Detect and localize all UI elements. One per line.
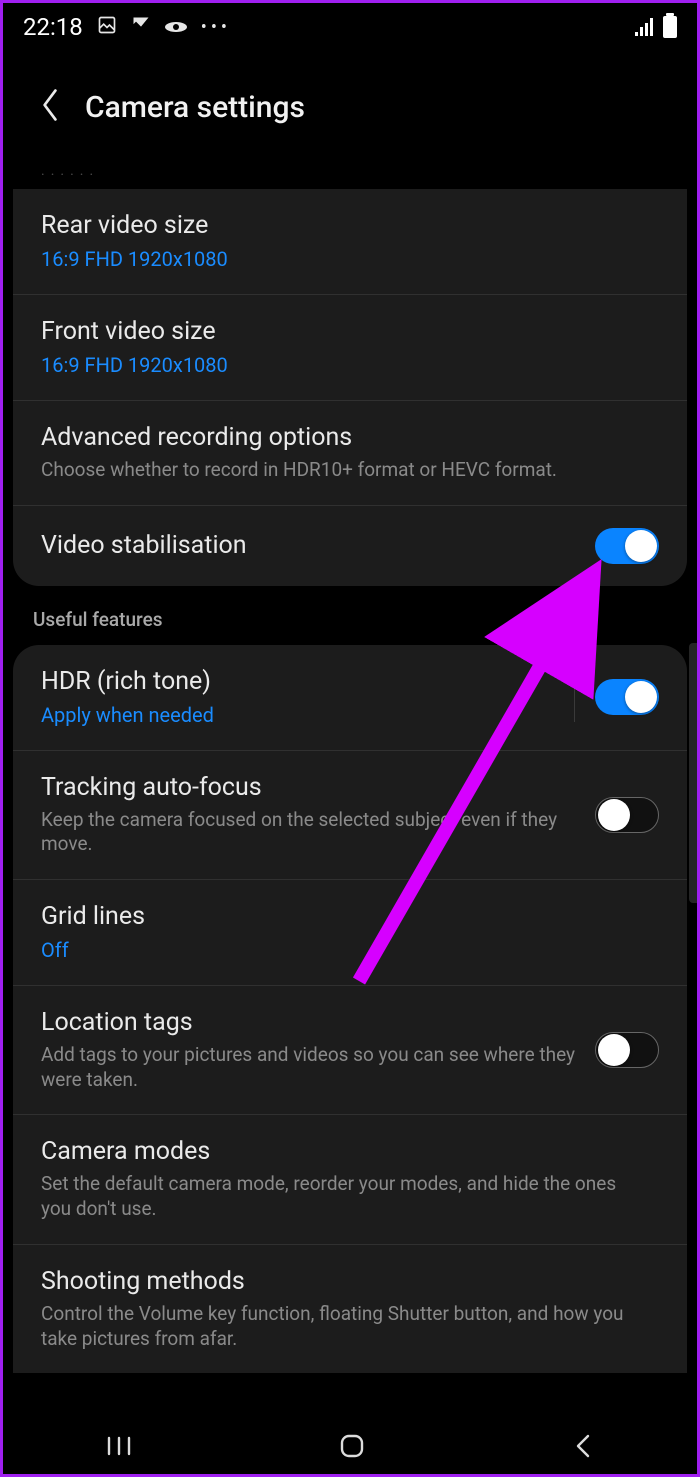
- battery-icon: [663, 16, 677, 38]
- signal-icon: [635, 18, 653, 36]
- row-title: Camera modes: [41, 1137, 649, 1166]
- video-stabilisation-row[interactable]: Video stabilisation: [13, 506, 687, 586]
- location-tags-toggle[interactable]: [595, 1032, 659, 1068]
- row-title: Grid lines: [41, 902, 649, 931]
- grid-lines-row[interactable]: Grid lines Off: [13, 880, 687, 986]
- status-time: 22:18: [23, 13, 83, 41]
- back-nav-icon[interactable]: [571, 1432, 595, 1460]
- hdr-toggle[interactable]: [595, 679, 659, 715]
- eye-icon: [165, 15, 187, 39]
- row-sub: Keep the camera focused on the selected …: [41, 808, 585, 857]
- row-title: Location tags: [41, 1008, 585, 1037]
- videos-panel: Rear video size 16:9 FHD 1920x1080 Front…: [13, 189, 687, 586]
- navigation-bar: [3, 1418, 697, 1474]
- rear-video-size-row[interactable]: Rear video size 16:9 FHD 1920x1080: [13, 189, 687, 295]
- row-title: Front video size: [41, 317, 649, 346]
- video-stabilisation-toggle[interactable]: [595, 528, 659, 564]
- status-bar: 22:18 •••: [3, 3, 697, 47]
- camera-modes-row[interactable]: Camera modes Set the default camera mode…: [13, 1115, 687, 1244]
- row-sub: Choose whether to record in HDR10+ forma…: [41, 458, 649, 483]
- scrollbar[interactable]: [689, 643, 697, 903]
- tracking-autofocus-row[interactable]: Tracking auto-focus Keep the camera focu…: [13, 751, 687, 880]
- useful-features-label: Useful features: [3, 586, 697, 645]
- front-video-size-row[interactable]: Front video size 16:9 FHD 1920x1080: [13, 295, 687, 401]
- tracking-autofocus-toggle[interactable]: [595, 797, 659, 833]
- back-icon[interactable]: [39, 87, 61, 127]
- more-icon: •••: [201, 17, 231, 38]
- location-tags-row[interactable]: Location tags Add tags to your pictures …: [13, 986, 687, 1115]
- row-sub: Add tags to your pictures and videos so …: [41, 1043, 585, 1092]
- hdr-row[interactable]: HDR (rich tone) Apply when needed: [13, 645, 687, 751]
- check-icon: [131, 15, 151, 40]
- home-icon[interactable]: [338, 1432, 366, 1460]
- row-sub: Control the Volume key function, floatin…: [41, 1302, 649, 1351]
- divider: [574, 672, 575, 722]
- row-sub: 16:9 FHD 1920x1080: [41, 246, 649, 272]
- row-title: Shooting methods: [41, 1267, 649, 1296]
- recents-icon[interactable]: [105, 1436, 133, 1456]
- row-sub: Apply when needed: [41, 702, 564, 728]
- row-title: HDR (rich tone): [41, 667, 564, 696]
- row-title: Rear video size: [41, 211, 649, 240]
- row-sub: Off: [41, 937, 649, 963]
- advanced-recording-row[interactable]: Advanced recording options Choose whethe…: [13, 401, 687, 506]
- useful-features-panel: HDR (rich tone) Apply when needed Tracki…: [13, 645, 687, 1374]
- row-title: Video stabilisation: [41, 531, 585, 560]
- shooting-methods-row[interactable]: Shooting methods Control the Volume key …: [13, 1245, 687, 1373]
- row-title: Tracking auto-focus: [41, 773, 585, 802]
- row-title: Advanced recording options: [41, 423, 649, 452]
- gallery-icon: [97, 15, 117, 40]
- page-title: Camera settings: [85, 90, 305, 125]
- row-sub: Set the default camera mode, reorder you…: [41, 1172, 649, 1221]
- prev-section-cut: ......: [3, 157, 697, 185]
- row-sub: 16:9 FHD 1920x1080: [41, 352, 649, 378]
- page-header: Camera settings: [3, 47, 697, 157]
